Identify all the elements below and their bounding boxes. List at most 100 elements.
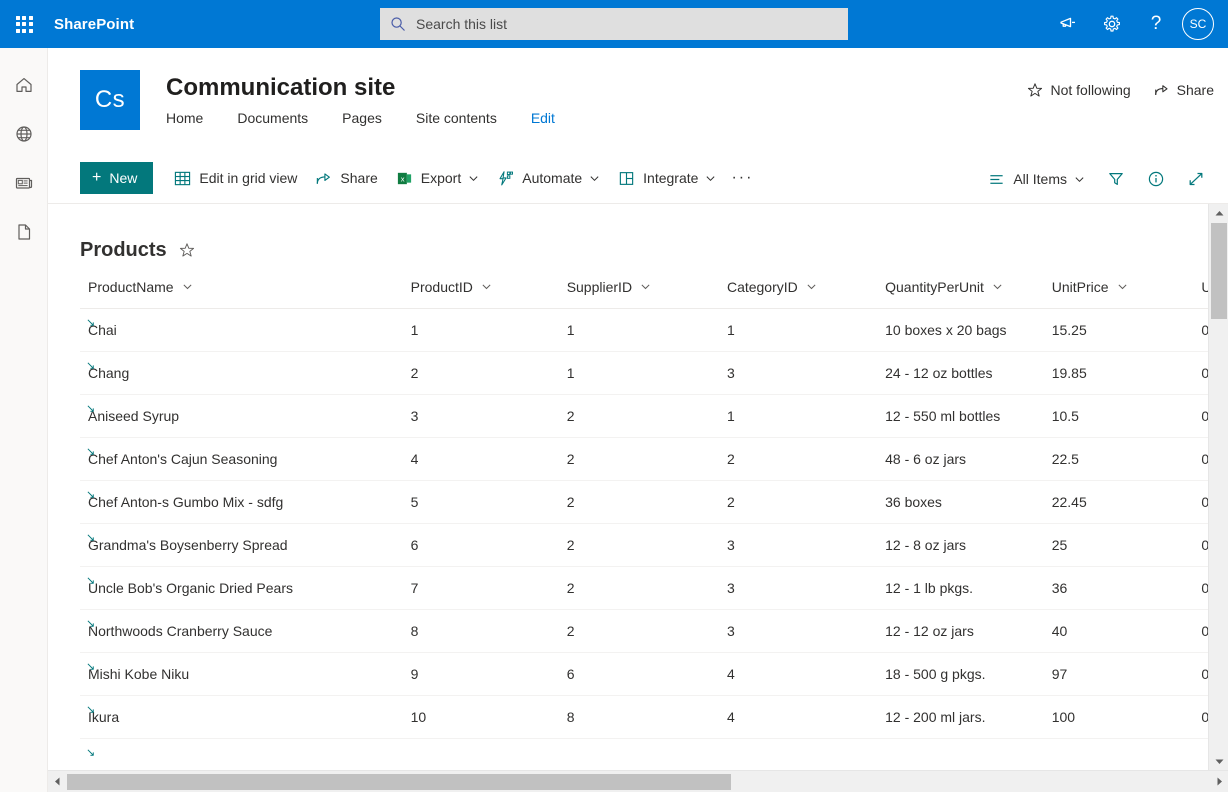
more-commands-button[interactable]: ··· <box>725 160 759 196</box>
app-launcher-button[interactable] <box>0 0 48 48</box>
cell-unitsinstock: 0 <box>1193 308 1208 352</box>
column-label: QuantityPerUnit <box>885 278 984 295</box>
cell-productname[interactable]: ↘ Uncle Bob's Organic Dried Pears <box>80 566 403 610</box>
cell-supplierid: 2 <box>558 480 719 524</box>
table-row[interactable]: ↘ Northwoods Cranberry Sauce 8 2 3 12 - … <box>80 609 1208 653</box>
integrate-button[interactable]: Integrate <box>609 160 725 196</box>
filter-button[interactable] <box>1098 161 1134 197</box>
table-row[interactable]: ↘ Ikura 10 8 4 12 - 200 ml jars. 100 0 <box>80 695 1208 739</box>
expand-button[interactable] <box>1178 161 1214 197</box>
sharepoint-brand[interactable]: SharePoint <box>54 16 134 33</box>
table-row[interactable]: ↘ Chef Anton-s Gumbo Mix - sdfg 5 2 2 36… <box>80 480 1208 524</box>
nav-item-site-contents[interactable]: Site contents <box>416 110 497 126</box>
help-button[interactable]: ? <box>1134 0 1178 48</box>
column-label: SupplierID <box>566 278 633 295</box>
chevron-down-icon <box>705 173 716 184</box>
cell-productid: 8 <box>402 609 559 653</box>
nav-item-documents[interactable]: Documents <box>237 110 308 126</box>
cell-productname[interactable]: ↘ Grandma's Boysenberry Spread <box>80 523 403 567</box>
scroll-left-button[interactable] <box>48 771 66 792</box>
cell-unitsinstock: 0 <box>1193 394 1208 438</box>
view-selector-button[interactable]: All Items <box>979 161 1094 197</box>
new-button[interactable]: + New <box>80 162 154 194</box>
search-box[interactable] <box>380 8 848 40</box>
horizontal-scrollbar[interactable] <box>48 770 1228 792</box>
column-header-categoryid[interactable]: CategoryID <box>718 266 878 309</box>
share-button[interactable]: Share <box>306 160 386 196</box>
list-title-row: Products <box>48 204 1208 266</box>
table-row[interactable]: ↘ Chang 2 1 3 24 - 12 oz bottles 19.85 0 <box>80 351 1208 395</box>
cell-quantityperunit: 12 - 200 ml jars. <box>877 695 1044 739</box>
vertical-scroll-thumb[interactable] <box>1211 223 1227 319</box>
nav-item-edit[interactable]: Edit <box>531 110 555 126</box>
share-site-button[interactable]: Share <box>1153 82 1214 98</box>
column-label: ProductName <box>88 278 174 295</box>
open-item-icon: ↘ <box>86 746 96 759</box>
cell-productname[interactable]: ↘ Mishi Kobe Niku <box>80 652 403 696</box>
favorite-button[interactable] <box>179 242 195 258</box>
cell-productname[interactable]: ↘ Chang <box>80 351 403 395</box>
rail-item-home[interactable] <box>0 60 48 109</box>
star-icon <box>1028 83 1043 97</box>
plus-icon: + <box>92 169 102 186</box>
settings-button[interactable] <box>1090 0 1134 48</box>
rail-item-web[interactable] <box>0 109 48 158</box>
table-row-partial[interactable]: ↘ <box>80 738 1208 770</box>
automate-button[interactable]: Automate <box>488 160 609 196</box>
scroll-down-button[interactable] <box>1209 752 1228 770</box>
cell-categoryid: 1 <box>718 308 878 352</box>
export-button[interactable]: x Export <box>387 160 488 196</box>
rail-item-documents[interactable] <box>0 207 48 256</box>
cell-productname[interactable]: ↘ Ikura <box>80 695 403 739</box>
cell-unitprice: 100 <box>1043 695 1194 739</box>
column-header-unitprice[interactable]: UnitPrice <box>1043 266 1194 309</box>
cell-unitsinstock: 0 <box>1193 523 1208 567</box>
column-header-productname[interactable]: ProductName <box>80 266 403 309</box>
site-title[interactable]: Communication site <box>166 74 395 102</box>
column-header-unitsinstock[interactable]: Uni <box>1193 266 1208 309</box>
table-row[interactable]: ↘ Chef Anton's Cajun Seasoning 4 2 2 48 … <box>80 437 1208 481</box>
column-header-quantityperunit[interactable]: QuantityPerUnit <box>877 266 1044 309</box>
table-row[interactable]: ↘ Chai 1 1 1 10 boxes x 20 bags 15.25 0 <box>80 308 1208 352</box>
cell-quantityperunit: 12 - 12 oz jars <box>877 609 1044 653</box>
nav-item-home[interactable]: Home <box>166 110 203 126</box>
cell-productname[interactable]: ↘ Chef Anton's Cajun Seasoning <box>80 437 403 481</box>
table-row[interactable]: ↘ Aniseed Syrup 3 2 1 12 - 550 ml bottle… <box>80 394 1208 438</box>
table-row[interactable]: ↘ Uncle Bob's Organic Dried Pears 7 2 3 … <box>80 566 1208 610</box>
news-icon <box>15 177 33 189</box>
site-header: Cs Communication site Home Documents Pag… <box>48 48 1228 153</box>
scroll-right-button[interactable] <box>1210 771 1228 792</box>
cell-productname[interactable]: ↘ Chai <box>80 308 403 352</box>
cell-productname[interactable]: ↘ Aniseed Syrup <box>80 394 403 438</box>
cell-productname[interactable]: ↘ Chef Anton-s Gumbo Mix - sdfg <box>80 480 403 524</box>
vertical-scrollbar[interactable] <box>1208 204 1228 770</box>
product-name-text: Chef Anton-s Gumbo Mix - sdfg <box>88 493 284 510</box>
info-button[interactable] <box>1138 161 1174 197</box>
edit-in-grid-view-label: Edit in grid view <box>199 170 298 186</box>
table-row[interactable]: ↘ Mishi Kobe Niku 9 6 4 18 - 500 g pkgs.… <box>80 652 1208 696</box>
new-button-label: New <box>109 170 138 186</box>
cell-productname[interactable]: ↘ Northwoods Cranberry Sauce <box>80 609 403 653</box>
scroll-up-button[interactable] <box>1209 204 1228 222</box>
cell-unitprice: 22.45 <box>1043 480 1194 524</box>
announcements-button[interactable] <box>1046 0 1090 48</box>
left-rail <box>0 48 48 792</box>
nav-item-pages[interactable]: Pages <box>342 110 382 126</box>
follow-button[interactable]: Not following <box>1027 82 1131 98</box>
cell-productid: 5 <box>402 480 559 524</box>
search-input[interactable] <box>416 16 838 32</box>
cell-productname[interactable]: ↘ <box>80 738 403 770</box>
avatar[interactable]: SC <box>1182 8 1214 40</box>
cell-quantityperunit <box>877 738 1044 770</box>
table-row[interactable]: ↘ Grandma's Boysenberry Spread 6 2 3 12 … <box>80 523 1208 567</box>
column-header-supplierid[interactable]: SupplierID <box>558 266 719 309</box>
product-name-text: Chef Anton's Cajun Seasoning <box>88 450 278 467</box>
search-icon <box>391 17 405 31</box>
column-header-productid[interactable]: ProductID <box>402 266 559 309</box>
cell-quantityperunit: 10 boxes x 20 bags <box>877 308 1044 352</box>
horizontal-scroll-thumb[interactable] <box>67 774 731 790</box>
edit-in-grid-view-button[interactable]: Edit in grid view <box>165 160 306 196</box>
rail-item-news[interactable] <box>0 158 48 207</box>
cell-unitprice: 10.5 <box>1043 394 1194 438</box>
cell-categoryid: 1 <box>718 394 878 438</box>
